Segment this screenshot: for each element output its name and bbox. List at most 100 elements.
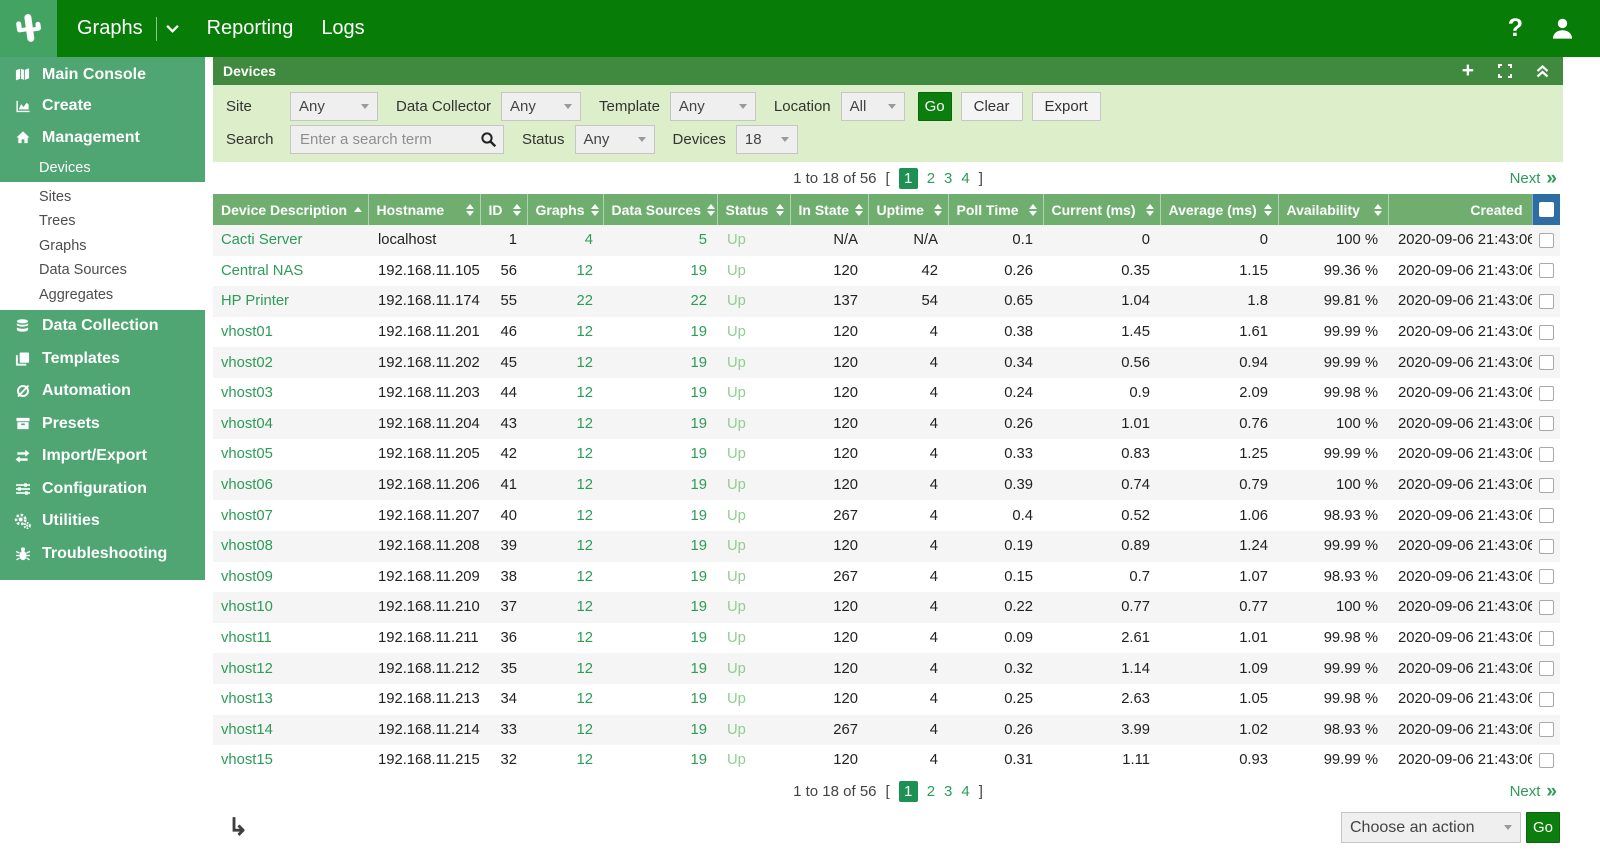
data-sources-link[interactable]: 19 xyxy=(691,324,707,340)
data-sources-link[interactable]: 19 xyxy=(691,691,707,707)
sidebar-item-main-console[interactable]: Main Console xyxy=(0,59,205,91)
data-sources-link[interactable]: 19 xyxy=(691,416,707,432)
sidebar-item-presets[interactable]: Presets xyxy=(0,408,205,441)
sidebar-item-aggregates[interactable]: Aggregates xyxy=(0,283,205,308)
data-sources-link[interactable]: 19 xyxy=(691,446,707,462)
collapse-panel-icon[interactable] xyxy=(1536,64,1549,78)
graphs-link[interactable]: 12 xyxy=(577,691,593,707)
row-checkbox[interactable] xyxy=(1539,478,1554,493)
template-select[interactable]: Any xyxy=(670,92,756,121)
page-link[interactable]: 3 xyxy=(944,170,952,187)
column-header-device-description[interactable]: Device Description xyxy=(213,194,368,225)
export-button[interactable]: Export xyxy=(1032,92,1101,121)
device-link[interactable]: vhost10 xyxy=(221,599,273,615)
row-checkbox[interactable] xyxy=(1539,447,1554,462)
tab-reporting[interactable]: Reporting xyxy=(193,0,308,57)
row-checkbox[interactable] xyxy=(1539,692,1554,707)
device-link[interactable]: vhost01 xyxy=(221,324,273,340)
sidebar-item-devices-selected[interactable]: Devices xyxy=(0,154,205,182)
device-link[interactable]: vhost14 xyxy=(221,722,273,738)
sidebar-item-data-sources[interactable]: Data Sources xyxy=(0,258,205,283)
graphs-link[interactable]: 12 xyxy=(577,263,593,279)
sidebar-item-graphs[interactable]: Graphs xyxy=(0,234,205,259)
data-sources-link[interactable]: 19 xyxy=(691,508,707,524)
column-header-average-ms[interactable]: Average (ms) xyxy=(1160,194,1278,225)
device-link[interactable]: HP Printer xyxy=(221,293,289,309)
action-select[interactable]: Choose an action xyxy=(1341,812,1521,843)
row-checkbox[interactable] xyxy=(1539,355,1554,370)
device-link[interactable]: Central NAS xyxy=(221,263,303,279)
sidebar-item-automation[interactable]: Automation xyxy=(0,375,205,408)
user-icon[interactable] xyxy=(1549,15,1576,42)
graphs-link[interactable]: 12 xyxy=(577,446,593,462)
data-sources-link[interactable]: 19 xyxy=(691,752,707,768)
data-sources-link[interactable]: 19 xyxy=(691,355,707,371)
device-link[interactable]: vhost15 xyxy=(221,752,273,768)
column-header-created[interactable]: Created xyxy=(1388,194,1532,225)
column-header-availability[interactable]: Availability xyxy=(1278,194,1388,225)
data-sources-link[interactable]: 19 xyxy=(691,661,707,677)
clear-button[interactable]: Clear xyxy=(961,92,1023,121)
row-checkbox[interactable] xyxy=(1539,508,1554,523)
add-device-icon[interactable]: + xyxy=(1462,60,1474,82)
graphs-link[interactable]: 12 xyxy=(577,385,593,401)
row-checkbox[interactable] xyxy=(1539,386,1554,401)
row-checkbox[interactable] xyxy=(1539,294,1554,309)
select-all-checkbox[interactable] xyxy=(1539,202,1554,217)
sidebar-item-trees[interactable]: Trees xyxy=(0,209,205,234)
graphs-link[interactable]: 12 xyxy=(577,752,593,768)
row-checkbox[interactable] xyxy=(1539,325,1554,340)
search-input[interactable] xyxy=(290,125,504,154)
data-sources-link[interactable]: 19 xyxy=(691,385,707,401)
data-sources-link[interactable]: 19 xyxy=(691,569,707,585)
row-checkbox[interactable] xyxy=(1539,753,1554,768)
graphs-link[interactable]: 12 xyxy=(577,477,593,493)
device-link[interactable]: vhost04 xyxy=(221,416,273,432)
page-link[interactable]: 4 xyxy=(961,170,969,187)
device-link[interactable]: vhost11 xyxy=(221,630,272,646)
row-checkbox[interactable] xyxy=(1539,263,1554,278)
row-checkbox[interactable] xyxy=(1539,631,1554,646)
data-sources-link[interactable]: 19 xyxy=(691,263,707,279)
data-collector-select[interactable]: Any xyxy=(501,92,581,121)
fullscreen-icon[interactable] xyxy=(1498,64,1512,78)
row-checkbox[interactable] xyxy=(1539,569,1554,584)
data-sources-link[interactable]: 19 xyxy=(691,722,707,738)
row-checkbox[interactable] xyxy=(1539,233,1554,248)
data-sources-link[interactable]: 19 xyxy=(691,538,707,554)
help-icon[interactable]: ? xyxy=(1508,16,1523,41)
status-select[interactable]: Any xyxy=(575,125,655,154)
device-link[interactable]: vhost09 xyxy=(221,569,273,585)
data-sources-link[interactable]: 19 xyxy=(691,599,707,615)
column-header-uptime[interactable]: Uptime xyxy=(868,194,948,225)
tab-logs[interactable]: Logs xyxy=(307,0,378,57)
go-button[interactable]: Go xyxy=(918,92,952,121)
sidebar-item-create[interactable]: Create xyxy=(0,91,205,123)
next-page-button[interactable]: Next » xyxy=(1510,162,1557,194)
graphs-link[interactable]: 12 xyxy=(577,324,593,340)
graphs-link[interactable]: 12 xyxy=(577,599,593,615)
sidebar-item-management[interactable]: Management xyxy=(0,122,205,154)
page-current[interactable]: 1 xyxy=(899,168,918,189)
page-link[interactable]: 2 xyxy=(927,783,935,800)
column-header-in-state[interactable]: In State xyxy=(790,194,868,225)
device-link[interactable]: vhost07 xyxy=(221,508,273,524)
graphs-link[interactable]: 4 xyxy=(585,232,593,248)
row-checkbox[interactable] xyxy=(1539,600,1554,615)
column-header-poll-time[interactable]: Poll Time xyxy=(948,194,1043,225)
graphs-link[interactable]: 12 xyxy=(577,355,593,371)
search-icon[interactable] xyxy=(480,131,497,148)
graphs-link[interactable]: 12 xyxy=(577,569,593,585)
row-checkbox[interactable] xyxy=(1539,539,1554,554)
chevron-down-icon[interactable] xyxy=(166,24,179,33)
graphs-link[interactable]: 22 xyxy=(577,293,593,309)
sidebar-item-sites[interactable]: Sites xyxy=(0,185,205,210)
column-header-data-sources[interactable]: Data Sources xyxy=(603,194,717,225)
cacti-logo[interactable] xyxy=(0,0,57,57)
site-select[interactable]: Any xyxy=(290,92,378,121)
graphs-link[interactable]: 12 xyxy=(577,538,593,554)
data-sources-link[interactable]: 19 xyxy=(691,477,707,493)
row-checkbox[interactable] xyxy=(1539,661,1554,676)
column-header-hostname[interactable]: Hostname xyxy=(368,194,480,225)
sidebar-item-troubleshooting[interactable]: Troubleshooting xyxy=(0,538,205,571)
